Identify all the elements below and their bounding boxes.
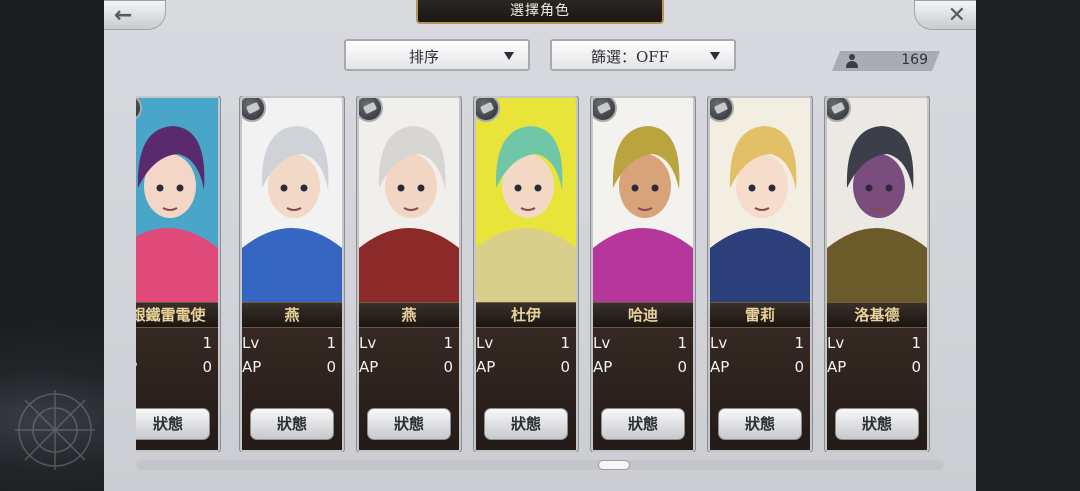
level-row: Lv 1 — [593, 334, 693, 354]
ap-row: AP 0 — [710, 358, 810, 378]
level-row: Lv 1 — [242, 334, 342, 354]
level-value: 1 — [794, 334, 804, 352]
ap-value: 0 — [677, 358, 687, 376]
character-name: 燕 — [242, 302, 342, 328]
character-card[interactable]: 銀鐵雷電使 Lv 1 AP 0 狀態 — [136, 96, 220, 452]
ap-label: AP — [710, 358, 730, 376]
status-button[interactable]: 狀態 — [835, 408, 919, 440]
character-roster[interactable]: 銀鐵雷電使 Lv 1 AP 0 狀態 燕 Lv 1 — [136, 96, 944, 452]
ap-label: AP — [827, 358, 847, 376]
sort-dropdown[interactable]: 排序 — [344, 39, 530, 71]
ap-label: AP — [593, 358, 613, 376]
character-card[interactable]: 燕 Lv 1 AP 0 狀態 — [240, 96, 344, 452]
page-title: 選擇角色 — [416, 0, 664, 24]
character-card[interactable]: 洛基德 Lv 1 AP 0 狀態 — [825, 96, 929, 452]
level-label: Lv — [827, 334, 845, 352]
character-name: 銀鐵雷電使 — [136, 302, 218, 328]
character-name: 雷莉 — [710, 302, 810, 328]
character-portrait — [359, 98, 459, 302]
character-card[interactable]: 杜伊 Lv 1 AP 0 狀態 — [474, 96, 578, 452]
character-card[interactable]: 哈迪 Lv 1 AP 0 狀態 — [591, 96, 695, 452]
character-card[interactable]: 雷莉 Lv 1 AP 0 狀態 — [708, 96, 812, 452]
level-label: Lv — [593, 334, 611, 352]
level-row: Lv 1 — [827, 334, 927, 354]
horizontal-scrollbar[interactable] — [136, 460, 944, 470]
level-row: Lv 1 — [710, 334, 810, 354]
level-value: 1 — [677, 334, 687, 352]
character-portrait — [476, 98, 576, 302]
right-backdrop — [976, 0, 1080, 491]
status-button[interactable]: 狀態 — [250, 408, 334, 440]
ap-value: 0 — [202, 358, 212, 376]
ap-label: AP — [476, 358, 496, 376]
level-value: 1 — [326, 334, 336, 352]
status-button[interactable]: 狀態 — [718, 408, 802, 440]
character-count-badge: 169 — [832, 51, 940, 71]
ap-value: 0 — [443, 358, 453, 376]
status-button[interactable]: 狀態 — [484, 408, 568, 440]
character-portrait — [593, 98, 693, 302]
level-value: 1 — [560, 334, 570, 352]
character-name: 洛基德 — [827, 302, 927, 328]
ap-row: AP 0 — [242, 358, 342, 378]
ap-row: AP 0 — [593, 358, 693, 378]
back-button[interactable]: ← — [104, 0, 166, 30]
close-button[interactable]: ✕ — [914, 0, 976, 30]
scrollbar-thumb[interactable] — [598, 460, 630, 470]
character-name: 杜伊 — [476, 302, 576, 328]
filter-label: 篩選：OFF — [590, 48, 670, 66]
ap-value: 0 — [794, 358, 804, 376]
level-value: 1 — [202, 334, 212, 352]
ap-value: 0 — [326, 358, 336, 376]
ap-label: AP — [136, 358, 137, 376]
ap-label: AP — [359, 358, 379, 376]
level-label: Lv — [242, 334, 260, 352]
level-value: 1 — [911, 334, 921, 352]
character-name: 燕 — [359, 302, 459, 328]
character-card[interactable]: 燕 Lv 1 AP 0 狀態 — [357, 96, 461, 452]
character-portrait — [136, 98, 218, 302]
status-button[interactable]: 狀態 — [601, 408, 685, 440]
person-icon — [846, 54, 858, 68]
character-portrait — [242, 98, 342, 302]
decorative-ornament-icon — [15, 390, 95, 470]
level-row: Lv 1 — [476, 334, 576, 354]
ap-row: AP 0 — [476, 358, 576, 378]
ap-label: AP — [242, 358, 262, 376]
filter-dropdown[interactable]: 篩選：OFF — [550, 39, 736, 71]
level-row: Lv 1 — [136, 334, 218, 354]
chevron-down-icon — [504, 52, 514, 60]
level-label: Lv — [476, 334, 494, 352]
close-icon: ✕ — [947, 3, 966, 28]
level-value: 1 — [443, 334, 453, 352]
ap-row: AP 0 — [136, 358, 218, 378]
character-portrait — [827, 98, 927, 302]
level-label: Lv — [359, 334, 377, 352]
ap-value: 0 — [560, 358, 570, 376]
ap-row: AP 0 — [827, 358, 927, 378]
back-arrow-icon: ← — [114, 3, 133, 28]
character-portrait — [710, 98, 810, 302]
level-row: Lv 1 — [359, 334, 459, 354]
status-button[interactable]: 狀態 — [136, 408, 210, 440]
character-name: 哈迪 — [593, 302, 693, 328]
ap-row: AP 0 — [359, 358, 459, 378]
ap-value: 0 — [911, 358, 921, 376]
status-button[interactable]: 狀態 — [367, 408, 451, 440]
level-label: Lv — [710, 334, 728, 352]
character-count: 169 — [901, 52, 928, 68]
chevron-down-icon — [710, 52, 720, 60]
sort-label: 排序 — [408, 48, 439, 66]
